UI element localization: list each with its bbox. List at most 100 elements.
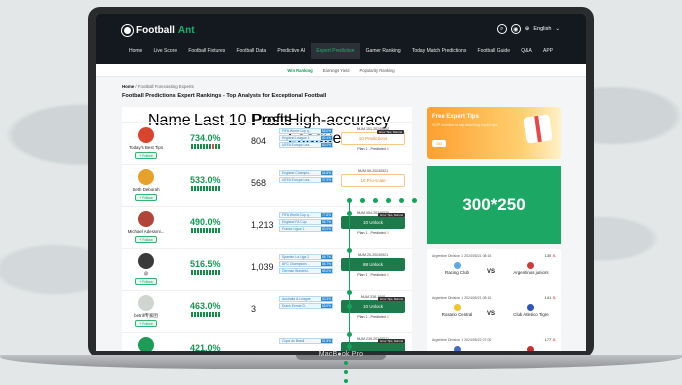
follow-button[interactable]: + Follow <box>135 236 157 243</box>
fire-icon: ♨ <box>551 253 556 258</box>
match-meta: Argentine Division 1 2024/05/21 08:15 <box>432 296 492 300</box>
result-bar <box>191 270 193 275</box>
expert-name[interactable]: @ <box>122 271 170 276</box>
avatar[interactable] <box>138 337 154 351</box>
league-tag[interactable]: UEFA Europa Lea.. 80.0% <box>279 142 333 148</box>
avatar[interactable] <box>138 253 154 269</box>
unlock-button[interactable]: 88 Unlock <box>341 258 405 271</box>
globe-icon[interactable]: ⊕ <box>525 26 530 32</box>
result-bar <box>194 144 196 149</box>
breadcrumb-home[interactable]: Home <box>122 84 134 89</box>
league-accuracy: 66.7% <box>321 220 332 224</box>
follow-button[interactable]: + Follow <box>135 152 157 159</box>
league-tag[interactable]: Dutch Eerste D.. 65.0% <box>279 303 333 309</box>
nav-item[interactable]: Predictive AI <box>272 43 311 59</box>
subnav-tab[interactable]: Popularity Ranking <box>359 68 394 73</box>
unlock-button[interactable]: 10 Predictions Error Tips, Refund <box>341 130 405 145</box>
league-tag[interactable]: Spanish La Liga 2 66.7% <box>279 254 333 260</box>
nav-item[interactable]: Q&A <box>516 43 538 59</box>
avatar[interactable] <box>138 295 154 311</box>
result-bar <box>191 144 193 149</box>
nav-item[interactable]: Today Match Predictions <box>406 43 472 59</box>
expert-ranking-table: Name Last 10 Profit Posts High-accuracy … <box>122 107 412 351</box>
league-tag[interactable]: FIFA World Cup q.. 85.0% <box>279 128 333 134</box>
free-tips-banner[interactable]: Free Expert Tips SVIP member in top-atta… <box>427 107 561 159</box>
unlock-button[interactable]: 10 Unlock Error Tips, Refund <box>341 213 405 229</box>
site-logo[interactable]: Football Ant <box>122 25 195 36</box>
subnav-tab[interactable]: Earnings Yield <box>323 68 350 73</box>
unlock-label: 10 Pro-scale <box>360 178 386 183</box>
league-tag[interactable]: Australia A-League 83.3% <box>279 296 333 302</box>
result-bar <box>212 186 214 191</box>
league-tag[interactable]: England Champio.. 64.8% <box>279 170 333 176</box>
away-team: Club Atletico Tigre <box>513 312 549 317</box>
unlock-button[interactable]: 10 Pro-scale <box>341 174 405 187</box>
follow-button[interactable]: + Follow <box>135 278 157 285</box>
tip-number: NUM.20-20240521 <box>357 253 389 257</box>
language-selector[interactable]: English <box>533 26 551 32</box>
subnav-tab[interactable]: Win Ranking <box>287 68 312 73</box>
plan-text: Plan 1 , Predicted <box>357 231 387 235</box>
expert-name[interactable]: betrill专家团 <box>122 313 170 319</box>
league-tag[interactable]: Copa do Brasil 81.8% <box>279 338 333 344</box>
plan-value: 0 <box>386 231 389 235</box>
result-bar <box>203 270 205 275</box>
chevron-down-icon[interactable]: ⌄ <box>555 26 560 32</box>
league-tag[interactable]: England FA Cup 66.7% <box>279 219 333 225</box>
plan-value: 0 <box>386 315 389 319</box>
league-tag[interactable]: German Bundesl.. 65.0% <box>279 268 333 274</box>
league-accuracy: 66.7% <box>321 255 332 259</box>
promo-go-button[interactable]: GO <box>432 140 446 147</box>
progress-dot <box>412 198 417 203</box>
avatar[interactable] <box>138 127 154 143</box>
league-tag[interactable]: UEFA Europa Lea.. 57.9% <box>279 177 333 183</box>
league-tag[interactable]: AFC Champions .. 66.7% <box>279 261 333 267</box>
result-bar <box>203 228 205 233</box>
top-header: Football Ant ⌕ ◉ ⊕ English ⌄ Home Live Sco… <box>96 14 586 64</box>
follow-button[interactable]: + Follow <box>135 194 157 201</box>
nav-item[interactable]: Expert Prediction <box>310 43 361 59</box>
profit-value: 463.0% <box>190 301 221 311</box>
match-card[interactable]: Argentine Division 1 2024/05/22 07:00 177… <box>427 333 561 351</box>
nav-item[interactable]: Live Score <box>148 43 183 59</box>
main-nav: Home Live Score Football Fixtures Football … <box>96 43 586 59</box>
laptop-brand-label: MacB●ok Pro <box>0 351 682 358</box>
follow-button[interactable]: + Follow <box>135 320 157 327</box>
ad-placeholder[interactable]: 300*250 <box>427 166 561 244</box>
nav-item[interactable]: Gamer Ranking <box>360 43 406 59</box>
progress-dot <box>386 198 391 203</box>
league-tag[interactable]: France Ligue 1 60.0% <box>279 226 333 232</box>
league-name: German Bundesl.. <box>282 269 310 273</box>
unlock-label: 10 Unlock <box>362 304 383 309</box>
promo-subtitle: SVIP member in top-attaching expert tips <box>432 123 498 127</box>
plan-info: Plan 1 , Predicted 0 <box>341 231 405 235</box>
user-icon[interactable]: ◉ <box>510 24 521 34</box>
match-card[interactable]: Argentine Division 1 2024/05/21 08:15 141… <box>427 291 561 333</box>
expert-name[interactable]: Seth Deborah <box>122 187 170 192</box>
result-bars <box>191 144 220 149</box>
home-team: Rosario Central <box>441 312 473 317</box>
expert-name[interactable]: Today's Best Tips <box>122 145 170 150</box>
expert-name[interactable]: Michael Adessmi... <box>122 229 170 234</box>
nav-item[interactable]: Football Guide <box>472 43 516 59</box>
refund-tag: Error Tips, Refund <box>378 213 405 217</box>
nav-item[interactable]: APP <box>537 43 558 59</box>
nav-item[interactable]: Football Fixtures <box>183 43 231 59</box>
progress-dot <box>360 198 365 203</box>
nav-item[interactable]: Football Data <box>231 43 272 59</box>
result-bar <box>191 312 193 317</box>
league-tag[interactable]: England League 1 82.4% <box>279 135 333 141</box>
league-accuracy: 83.3% <box>321 297 332 301</box>
result-bar <box>203 144 205 149</box>
league-name: UEFA Europa Lea.. <box>282 178 312 182</box>
league-name: AFC Champions .. <box>282 262 310 266</box>
match-card[interactable]: Argentine Division 1 2024/05/21 08:15 130… <box>427 249 561 291</box>
search-icon[interactable]: ⌕ <box>496 24 507 34</box>
nav-item[interactable]: Home <box>123 43 148 59</box>
posts-count: 568 <box>251 178 267 188</box>
result-bar <box>218 228 220 233</box>
avatar[interactable] <box>138 169 154 185</box>
league-tag[interactable]: FIFA World Cup q.. 77.8% <box>279 212 333 218</box>
result-bars <box>191 228 220 233</box>
avatar[interactable] <box>138 211 154 227</box>
